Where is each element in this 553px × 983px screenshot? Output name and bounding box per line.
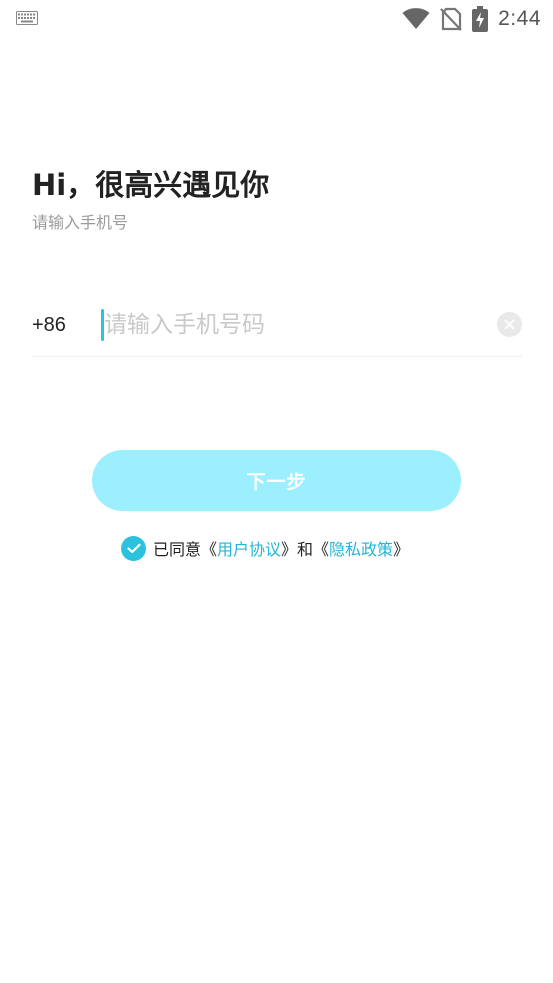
- next-step-button[interactable]: 下一步: [92, 450, 461, 511]
- check-icon: [126, 543, 141, 553]
- agreement-row: 已同意《 用户协议 》和《 隐私政策 》: [121, 535, 409, 561]
- phone-input-row: +86: [32, 300, 522, 357]
- page-subtitle: 请输入手机号: [32, 213, 129, 232]
- agreement-prefix: 已同意《: [153, 540, 218, 559]
- user-agreement-link[interactable]: 用户协议: [217, 536, 281, 560]
- status-time: 2:44: [498, 7, 541, 30]
- wifi-icon: [402, 8, 430, 29]
- phone-input[interactable]: [104, 306, 484, 344]
- agreement-middle: 》和《: [281, 540, 330, 559]
- agreement-suffix: 》: [393, 540, 410, 559]
- no-sim-icon: [440, 7, 462, 31]
- close-icon: [504, 319, 515, 330]
- keyboard-icon: [16, 11, 38, 25]
- battery-charging-icon: [472, 6, 489, 32]
- status-bar: 2:44: [0, 0, 553, 40]
- status-icons: 2:44: [402, 6, 541, 32]
- page-title: Hi，很高兴遇见你: [32, 168, 270, 202]
- clear-input-button[interactable]: [497, 312, 522, 337]
- privacy-policy-link[interactable]: 隐私政策: [329, 536, 393, 560]
- agree-checkbox[interactable]: [121, 535, 146, 561]
- country-code[interactable]: +86: [32, 314, 66, 337]
